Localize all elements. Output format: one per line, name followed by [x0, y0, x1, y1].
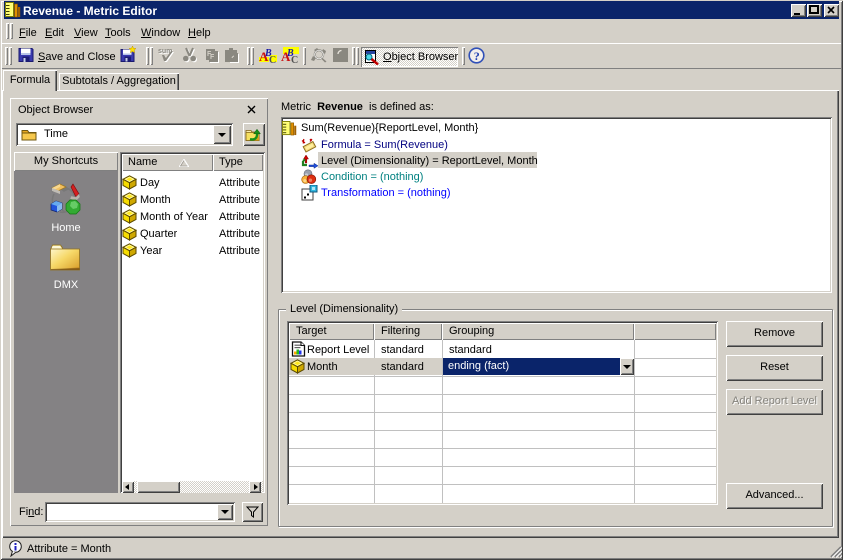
svg-text:A: A: [281, 49, 291, 64]
svg-text:C: C: [269, 55, 276, 64]
svg-text:?: ?: [474, 49, 480, 63]
svg-text:C: C: [291, 55, 298, 64]
svg-text:A: A: [259, 49, 269, 64]
svg-text:F: F: [207, 51, 212, 58]
